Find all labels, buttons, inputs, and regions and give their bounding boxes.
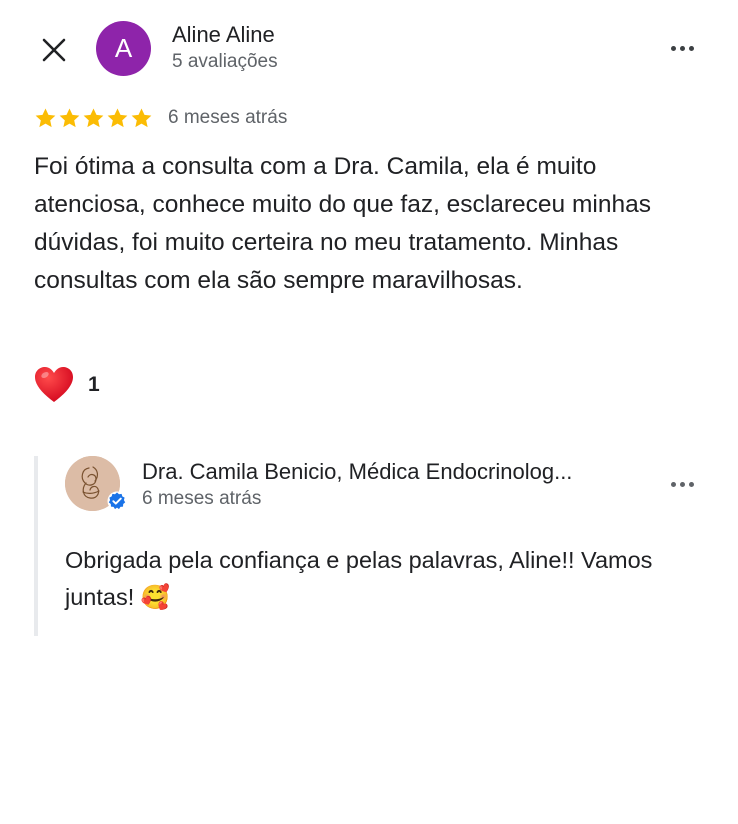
star-icon	[107, 108, 128, 127]
heart-icon	[35, 367, 73, 402]
owner-reply-text: Obrigada pela confiança e pelas palavras…	[65, 547, 653, 610]
owner-name[interactable]: Dra. Camila Benicio, Médica Endocrinolog…	[142, 459, 642, 485]
rating-row: 6 meses atrás	[34, 104, 287, 132]
author-initial: A	[114, 33, 133, 63]
reply-divider	[34, 456, 38, 636]
close-icon	[42, 38, 66, 62]
review-more-button[interactable]	[660, 30, 704, 66]
star-icon	[35, 108, 56, 127]
star-rating	[34, 107, 153, 130]
review-text: Foi ótima a consulta com a Dra. Camila, …	[34, 153, 651, 294]
star-icon	[131, 108, 152, 127]
author-review-count: 5 avaliações	[172, 51, 278, 72]
star-icon	[83, 108, 104, 127]
reaction-count: 1	[88, 373, 100, 396]
author-avatar[interactable]: A	[96, 21, 151, 76]
review-detail-sheet: A Aline Aline 5 avaliações 6 meses atrás…	[0, 0, 738, 824]
owner-reply-time: 6 meses atrás	[142, 488, 262, 509]
more-horizontal-icon	[670, 481, 694, 487]
review-time: 6 meses atrás	[168, 107, 288, 128]
star-icon	[59, 108, 80, 127]
author-name[interactable]: Aline Aline	[172, 22, 275, 48]
more-horizontal-icon	[670, 45, 694, 51]
close-button[interactable]	[34, 30, 74, 70]
reply-more-button[interactable]	[660, 468, 704, 500]
verified-badge-icon	[107, 491, 127, 511]
reaction-button[interactable]: 1	[34, 366, 100, 404]
